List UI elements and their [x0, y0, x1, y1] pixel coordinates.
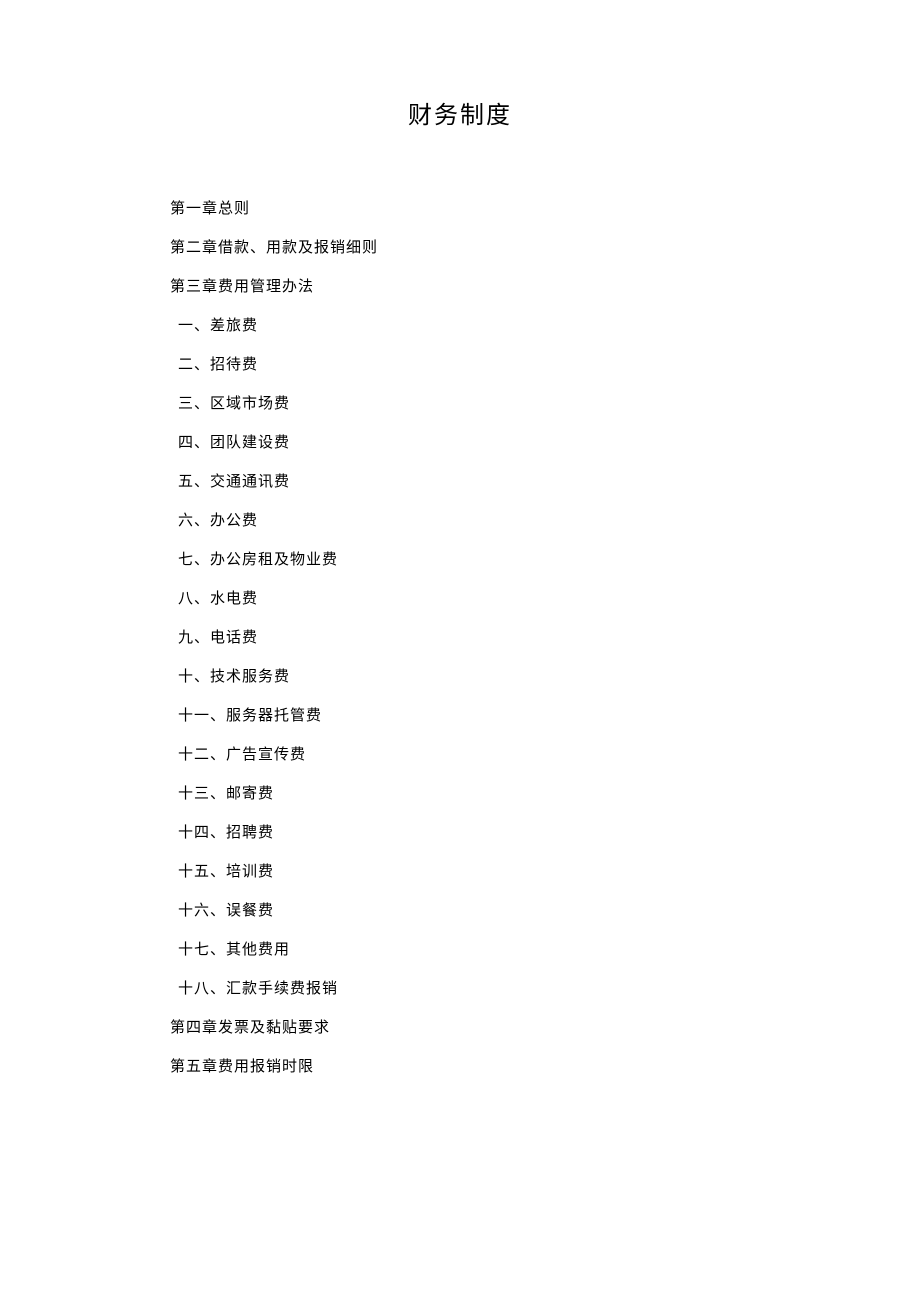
- toc-item-17: 十七、其他费用: [170, 931, 750, 970]
- toc-item-6: 六、办公费: [170, 502, 750, 541]
- toc-item-14: 十四、招聘费: [170, 814, 750, 853]
- toc-item-12: 十二、广告宣传费: [170, 736, 750, 775]
- chapter-4: 第四章发票及黏贴要求: [170, 1009, 750, 1048]
- chapter-3: 第三章费用管理办法: [170, 268, 750, 307]
- document-title: 财务制度: [170, 95, 750, 130]
- chapter-5: 第五章费用报销时限: [170, 1048, 750, 1087]
- toc-item-7: 七、办公房租及物业费: [170, 541, 750, 580]
- toc-item-10: 十、技术服务费: [170, 658, 750, 697]
- toc-item-16: 十六、误餐费: [170, 892, 750, 931]
- toc-item-1: 一、差旅费: [170, 307, 750, 346]
- toc-item-2: 二、招待费: [170, 346, 750, 385]
- toc-item-11: 十一、服务器托管费: [170, 697, 750, 736]
- toc-item-9: 九、电话费: [170, 619, 750, 658]
- toc-item-18: 十八、汇款手续费报销: [170, 970, 750, 1009]
- document-page: 财务制度 第一章总则 第二章借款、用款及报销细则 第三章费用管理办法 一、差旅费…: [0, 0, 920, 1087]
- toc-item-13: 十三、邮寄费: [170, 775, 750, 814]
- toc-item-4: 四、团队建设费: [170, 424, 750, 463]
- chapter-1: 第一章总则: [170, 190, 750, 229]
- toc-item-15: 十五、培训费: [170, 853, 750, 892]
- toc-item-3: 三、区域市场费: [170, 385, 750, 424]
- chapter-2: 第二章借款、用款及报销细则: [170, 229, 750, 268]
- toc-item-8: 八、水电费: [170, 580, 750, 619]
- toc-item-5: 五、交通通讯费: [170, 463, 750, 502]
